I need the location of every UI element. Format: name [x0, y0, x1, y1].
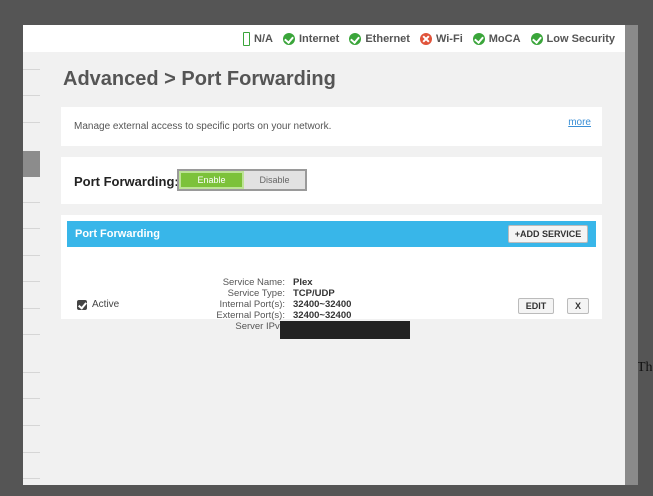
sidebar-divider — [23, 122, 40, 123]
edit-button[interactable]: EDIT — [518, 298, 554, 314]
port-forwarding-toggle-card: Port Forwarding: Enable Disable — [61, 157, 602, 204]
status-security-label: Low Security — [546, 32, 615, 45]
internal-ports-value: 32400~32400 — [293, 299, 352, 310]
sidebar-divider — [23, 202, 40, 203]
status-bar: N/A Internet Ethernet Wi-Fi MoCA Low Sec… — [23, 25, 625, 52]
service-name-label: Service Name: — [222, 277, 285, 288]
server-ip-label: Server IPv4 — [235, 321, 285, 332]
status-battery-label: N/A — [254, 32, 273, 45]
intro-card: Manage external access to specific ports… — [61, 107, 602, 146]
status-internet-label: Internet — [299, 32, 340, 45]
port-forwarding-toggle: Enable Disable — [177, 169, 307, 191]
check-circle-icon — [472, 32, 485, 45]
check-circle-icon — [530, 32, 543, 45]
check-circle-icon — [349, 32, 362, 45]
status-moca: MoCA — [472, 32, 521, 45]
table-title: Port Forwarding — [75, 228, 160, 240]
sidebar-divider — [23, 334, 40, 335]
window-scrollbar[interactable] — [625, 25, 638, 485]
active-label: Active — [92, 299, 120, 310]
add-service-button[interactable]: +ADD SERVICE — [508, 225, 588, 243]
page-title: Advanced > Port Forwarding — [63, 68, 336, 90]
sidebar-divider — [23, 398, 40, 399]
status-wifi-label: Wi-Fi — [435, 32, 463, 45]
sidebar-divider — [23, 452, 40, 453]
status-battery: N/A — [243, 31, 273, 46]
external-ports-value: 32400~32400 — [293, 310, 352, 321]
status-moca-label: MoCA — [488, 32, 521, 45]
sidebar-divider — [23, 95, 40, 96]
battery-icon — [243, 31, 251, 46]
toggle-label: Port Forwarding: — [74, 174, 179, 189]
sidebar-divider — [23, 281, 40, 282]
check-circle-icon — [283, 32, 295, 45]
active-checkbox[interactable] — [77, 300, 87, 310]
sidebar-divider — [23, 308, 40, 309]
internal-ports-label: Internal Port(s): — [219, 299, 285, 310]
sidebar-divider — [23, 255, 40, 256]
table-header: Port Forwarding +ADD SERVICE — [67, 221, 596, 247]
sidebar-divider — [23, 478, 40, 479]
redacted-ip-bar — [280, 321, 410, 339]
router-admin-window: N/A Internet Ethernet Wi-Fi MoCA Low Sec… — [23, 25, 638, 485]
more-link[interactable]: more — [568, 117, 591, 128]
sidebar-divider — [23, 425, 40, 426]
status-ethernet-label: Ethernet — [365, 32, 410, 45]
status-security: Low Security — [530, 32, 615, 45]
error-circle-icon — [419, 32, 432, 45]
sidebar — [23, 52, 40, 485]
status-ethernet: Ethernet — [349, 32, 410, 45]
delete-button[interactable]: X — [567, 298, 589, 314]
intro-text: Manage external access to specific ports… — [74, 121, 332, 132]
disable-button[interactable]: Disable — [244, 171, 305, 189]
service-name-value: Plex — [293, 277, 313, 288]
sidebar-divider — [23, 372, 40, 373]
main-content: Advanced > Port Forwarding Manage extern… — [23, 52, 625, 485]
status-internet: Internet — [283, 32, 340, 45]
port-forwarding-table-card: Port Forwarding +ADD SERVICE Active Serv… — [61, 215, 602, 339]
service-type-label: Service Type: — [227, 288, 285, 299]
sidebar-item-active[interactable] — [23, 151, 40, 177]
background-page-text: Th — [637, 360, 653, 375]
sidebar-divider — [23, 69, 40, 70]
sidebar-divider — [23, 228, 40, 229]
enable-button[interactable]: Enable — [179, 171, 244, 189]
service-type-value: TCP/UDP — [293, 288, 335, 299]
external-ports-label: External Port(s): — [216, 310, 285, 321]
status-wifi: Wi-Fi — [419, 32, 463, 45]
